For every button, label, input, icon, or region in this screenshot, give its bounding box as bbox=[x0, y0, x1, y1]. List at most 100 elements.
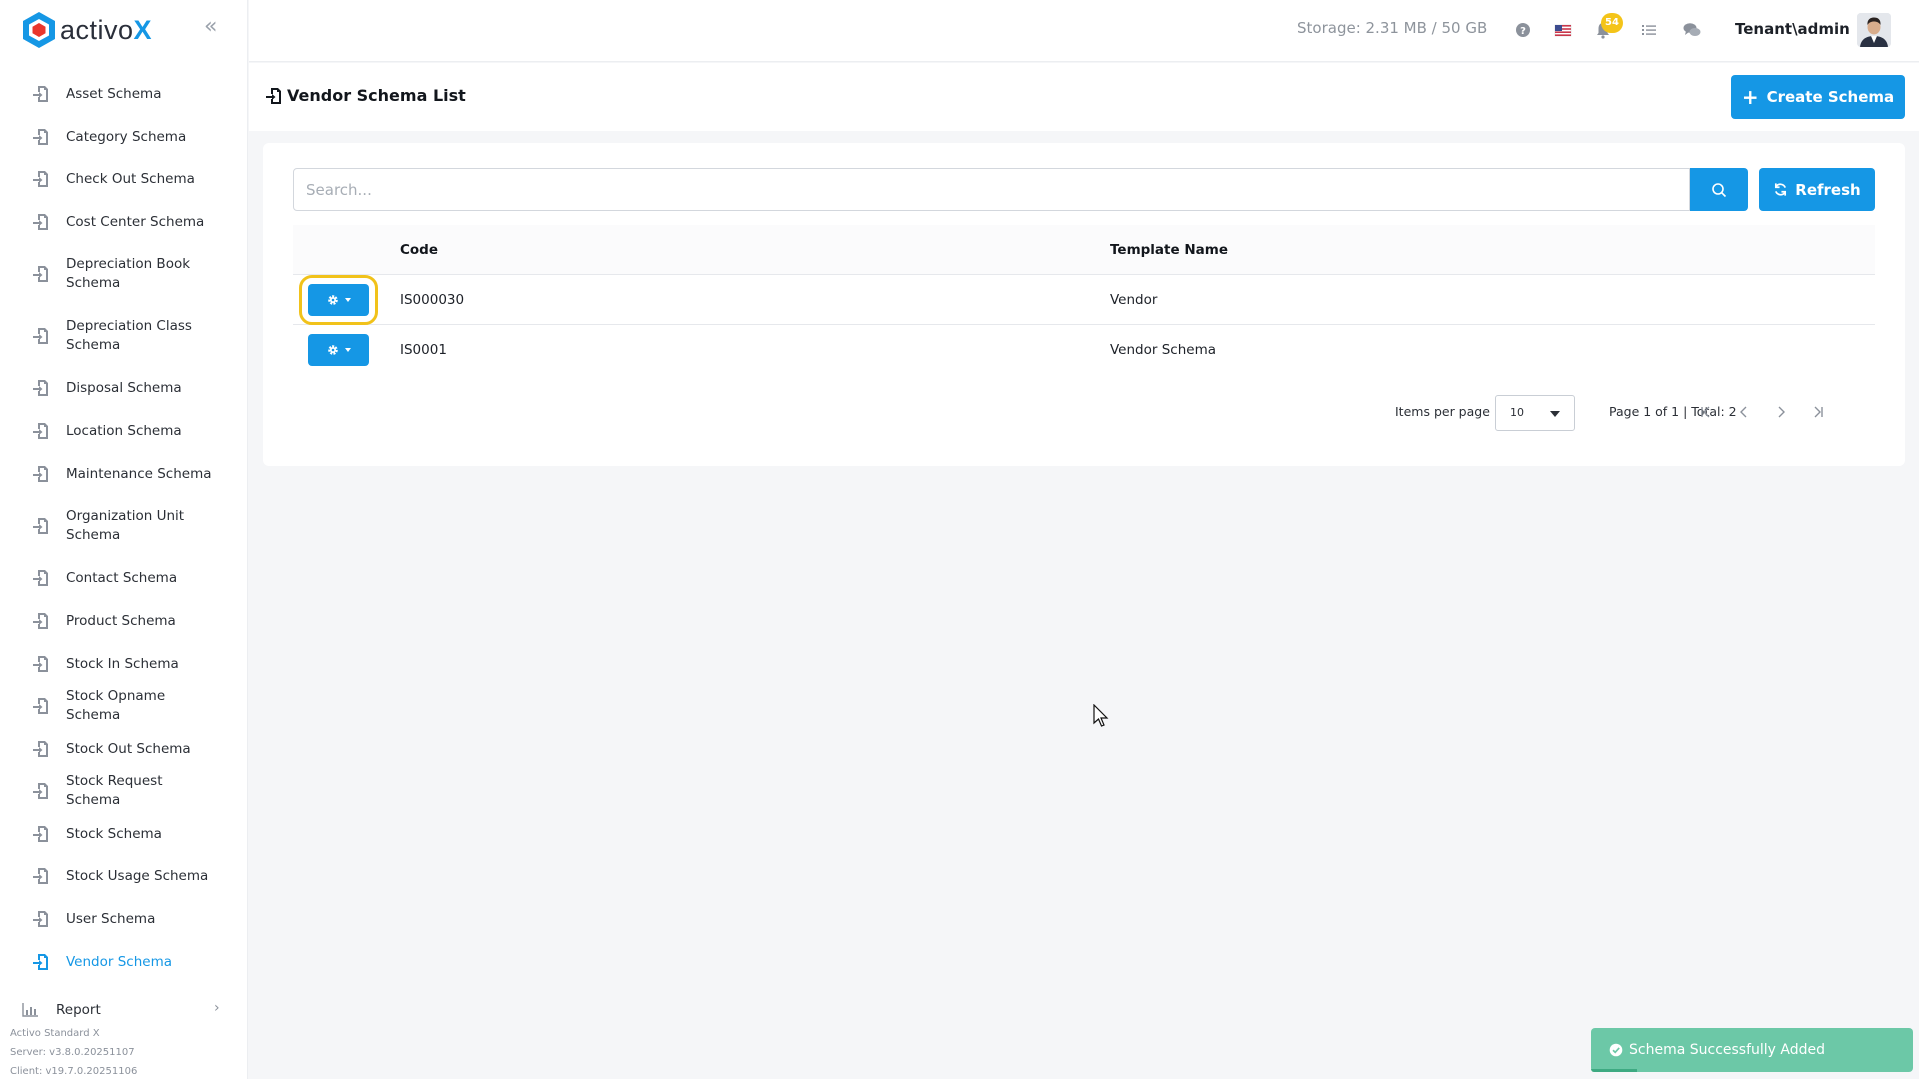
sidebar-item-contact-schema[interactable]: Contact Schema bbox=[0, 557, 248, 599]
row-actions-button[interactable] bbox=[308, 334, 369, 366]
logo[interactable]: activoX bbox=[22, 10, 152, 50]
items-per-page-value: 10 bbox=[1510, 406, 1524, 419]
sidebar-item-label: Stock Schema bbox=[66, 825, 162, 842]
storage-usage: Storage: 2.31 MB / 50 GB bbox=[1297, 19, 1488, 37]
sidebar-item-label: Product Schema bbox=[66, 612, 176, 629]
items-per-page-label: Items per page bbox=[1395, 404, 1490, 419]
page-title: Vendor Schema List bbox=[287, 86, 466, 105]
sidebar-item-label: Disposal Schema bbox=[66, 379, 182, 396]
sidebar-item-stock-request-schema[interactable]: Stock Request Schema bbox=[0, 770, 248, 812]
schema-import-icon bbox=[33, 783, 48, 799]
schema-import-icon bbox=[33, 328, 48, 344]
chat-icon[interactable] bbox=[1682, 20, 1702, 40]
row-actions-cell bbox=[293, 274, 400, 325]
search-input[interactable] bbox=[293, 168, 1690, 211]
task-list-icon[interactable] bbox=[1639, 20, 1659, 40]
page-title-bar: Vendor Schema List + Create Schema bbox=[249, 63, 1919, 131]
schema-import-icon bbox=[266, 88, 281, 104]
sidebar-item-organization-unit-schema[interactable]: Organization Unit Schema bbox=[0, 495, 248, 557]
sidebar-item-stock-schema[interactable]: Stock Schema bbox=[0, 813, 248, 855]
schema-import-icon bbox=[33, 570, 48, 586]
column-header-template-name[interactable]: Template Name bbox=[1110, 242, 1875, 258]
sidebar-item-asset-schema[interactable]: Asset Schema bbox=[0, 73, 248, 115]
schema-import-icon bbox=[33, 613, 48, 629]
schema-import-icon bbox=[33, 741, 48, 757]
sidebar-item-depreciation-class-schema[interactable]: Depreciation Class Schema bbox=[0, 305, 248, 367]
sidebar-item-label: Check Out Schema bbox=[66, 170, 195, 187]
us-flag-icon[interactable] bbox=[1553, 20, 1573, 40]
sidebar-item-cost-center-schema[interactable]: Cost Center Schema bbox=[0, 201, 248, 243]
edition-text: Activo Standard X bbox=[10, 1028, 100, 1039]
chevron-right-icon: › bbox=[214, 1000, 220, 1016]
sidebar-item-stock-usage-schema[interactable]: Stock Usage Schema bbox=[0, 855, 248, 897]
sidebar-item-label: User Schema bbox=[66, 910, 156, 927]
user-name[interactable]: Tenant\admin bbox=[1735, 20, 1850, 38]
last-page-icon[interactable] bbox=[1807, 401, 1829, 423]
svg-text:?: ? bbox=[1520, 26, 1526, 37]
schema-import-icon bbox=[33, 466, 48, 482]
sidebar-item-maintenance-schema[interactable]: Maintenance Schema bbox=[0, 453, 248, 495]
version-info: Activo Standard X Server: v3.8.0.2025110… bbox=[10, 1024, 137, 1079]
sidebar-item-label: Contact Schema bbox=[66, 569, 178, 586]
schema-import-icon bbox=[33, 266, 48, 282]
code-cell: IS0001 bbox=[400, 342, 447, 358]
notification-badge: 54 bbox=[1601, 13, 1623, 33]
row-actions-cell bbox=[293, 334, 400, 366]
sidebar-item-category-schema[interactable]: Category Schema bbox=[0, 116, 248, 158]
server-version: Server: v3.8.0.20251107 bbox=[10, 1047, 135, 1058]
next-page-icon[interactable] bbox=[1770, 401, 1792, 423]
sidebar-item-label: Report bbox=[56, 1002, 101, 1018]
logo-text: activoX bbox=[60, 14, 153, 45]
schema-import-icon bbox=[33, 868, 48, 884]
create-schema-button[interactable]: + Create Schema bbox=[1731, 75, 1905, 119]
first-page-icon[interactable] bbox=[1695, 401, 1717, 423]
sidebar: activoX « Asset Schema Category Schema Che… bbox=[0, 0, 248, 1079]
previous-page-icon[interactable] bbox=[1733, 401, 1755, 423]
column-header-code[interactable]: Code bbox=[400, 242, 1110, 258]
bar-chart-icon bbox=[22, 1003, 38, 1017]
sidebar-item-label: Cost Center Schema bbox=[66, 213, 205, 230]
gear-icon bbox=[327, 345, 338, 355]
search-button[interactable] bbox=[1690, 168, 1748, 211]
sidebar-item-label: Stock In Schema bbox=[66, 655, 179, 672]
sidebar-item-label: Stock Opname Schema bbox=[66, 688, 166, 723]
search-icon bbox=[1712, 182, 1727, 197]
table-row: IS0001 Vendor Schema bbox=[293, 325, 1875, 375]
sidebar-item-stock-in-schema[interactable]: Stock In Schema bbox=[0, 643, 248, 685]
sidebar-item-user-schema[interactable]: User Schema bbox=[0, 898, 248, 940]
sidebar-item-vendor-schema[interactable]: Vendor Schema bbox=[0, 941, 248, 983]
items-per-page-select[interactable]: 10 bbox=[1495, 395, 1575, 431]
sidebar-item-label: Organization Unit Schema bbox=[66, 508, 185, 543]
schema-table: Code Template Name IS000030 Vendor IS000… bbox=[293, 225, 1875, 375]
collapse-sidebar-icon[interactable]: « bbox=[204, 16, 224, 40]
sidebar-item-report[interactable]: Report › bbox=[0, 998, 248, 1022]
success-toast[interactable]: Schema Successfully Added bbox=[1591, 1028, 1913, 1072]
row-actions-button[interactable] bbox=[299, 274, 378, 325]
avatar[interactable] bbox=[1857, 13, 1891, 47]
refresh-button[interactable]: Refresh bbox=[1759, 168, 1875, 211]
sidebar-item-depreciation-book-schema[interactable]: Depreciation Book Schema bbox=[0, 243, 248, 305]
help-icon[interactable]: ? bbox=[1513, 20, 1533, 40]
sidebar-item-stock-out-schema[interactable]: Stock Out Schema bbox=[0, 728, 248, 770]
sidebar-item-disposal-schema[interactable]: Disposal Schema bbox=[0, 367, 248, 409]
check-circle-icon bbox=[1609, 1043, 1623, 1057]
sidebar-item-label: Maintenance Schema bbox=[66, 465, 212, 482]
sidebar-item-location-schema[interactable]: Location Schema bbox=[0, 410, 248, 452]
table-header: Code Template Name bbox=[293, 225, 1875, 275]
gear-icon bbox=[327, 294, 338, 305]
sidebar-item-label: Stock Out Schema bbox=[66, 740, 191, 757]
refresh-label: Refresh bbox=[1795, 180, 1861, 199]
schema-import-icon bbox=[33, 214, 48, 230]
top-header: Storage: 2.31 MB / 50 GB ? 54 Tenant\adm… bbox=[249, 0, 1919, 62]
sidebar-item-stock-opname-schema[interactable]: Stock Opname Schema bbox=[0, 685, 248, 727]
sidebar-item-product-schema[interactable]: Product Schema bbox=[0, 600, 248, 642]
schema-list-card: Refresh Code Template Name IS000030 Vend… bbox=[263, 143, 1905, 466]
sidebar-item-label: Category Schema bbox=[66, 128, 187, 145]
sidebar-item-check-out-schema[interactable]: Check Out Schema bbox=[0, 158, 248, 200]
dropdown-arrow-icon bbox=[1550, 411, 1560, 417]
schema-import-icon bbox=[33, 656, 48, 672]
schema-import-icon bbox=[33, 911, 48, 927]
schema-import-icon bbox=[33, 86, 48, 102]
sidebar-item-label: Stock Request Schema bbox=[66, 773, 163, 808]
page-info: Page 1 of 1 | Total: 2 bbox=[1609, 404, 1737, 419]
